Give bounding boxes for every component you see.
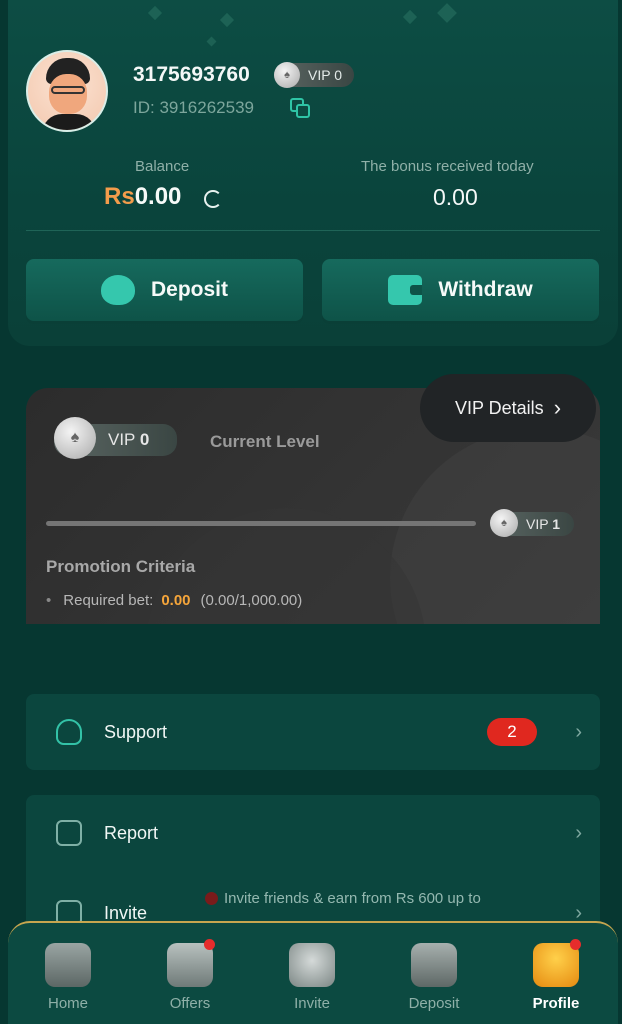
balance-label: Balance xyxy=(135,158,190,175)
avatar-glasses xyxy=(51,86,85,94)
bottom-tab-bar: Home Offers Invite Deposit Profile xyxy=(8,921,618,1024)
currency-symbol: Rs xyxy=(104,183,135,210)
report-row[interactable]: Report › xyxy=(26,795,600,871)
current-vip-badge: ♠ VIP 0 xyxy=(54,416,178,459)
refresh-icon[interactable] xyxy=(204,190,222,208)
avatar-face xyxy=(49,74,87,114)
tab-offers-label: Offers xyxy=(169,995,211,1012)
tab-offers[interactable]: Offers xyxy=(135,939,245,1012)
current-level-label: Current Level xyxy=(210,432,320,451)
avatar[interactable] xyxy=(26,50,108,132)
tab-invite-label: Invite xyxy=(294,995,330,1012)
vip-details-label: VIP Details xyxy=(454,397,544,418)
vip-progress-bar xyxy=(46,521,476,526)
required-bet-line: • Required bet: 0.00 (0.00/1,000.00) xyxy=(46,592,302,609)
invite-note-text: Invite friends & earn from Rs 600 up to xyxy=(224,890,481,907)
tab-home-label: Home xyxy=(47,995,88,1012)
username: 3175693760 xyxy=(133,63,250,86)
copy-icon[interactable] xyxy=(290,98,310,118)
vip-badge: ♠ VIP 0 xyxy=(274,62,354,88)
tab-deposit-label: Deposit xyxy=(408,995,460,1012)
user-id: ID: 3916262539 xyxy=(133,98,254,117)
support-badge: 2 xyxy=(487,718,537,746)
tab-deposit[interactable]: Deposit xyxy=(379,943,489,1012)
tab-home[interactable]: Home xyxy=(13,943,123,1012)
bonus-amount: 0.00 xyxy=(433,184,478,210)
tab-profile[interactable]: Profile xyxy=(501,939,611,1012)
support-label: Support xyxy=(104,721,168,742)
vip-badge-label: VIP 0 xyxy=(308,67,342,83)
headset-icon xyxy=(56,719,82,745)
vip-coin-icon: ♠ xyxy=(54,416,96,459)
balance-value: 0.00 xyxy=(134,183,182,210)
report-icon xyxy=(56,820,82,846)
balance-amount: Rs0.00 xyxy=(104,183,181,211)
chevron-right-icon: › xyxy=(575,821,582,844)
bell-icon xyxy=(289,943,335,987)
deposit-button-label: Deposit xyxy=(150,278,228,301)
divider xyxy=(26,230,600,231)
required-bet-label: Required bet: xyxy=(63,592,154,609)
menu-group: Report › Invite › xyxy=(26,795,600,935)
withdraw-button[interactable]: Withdraw xyxy=(322,259,599,321)
notification-dot xyxy=(204,939,215,950)
vip-coin-icon: ♠ xyxy=(274,62,300,88)
avatar-shirt xyxy=(42,114,96,130)
red-dot-icon xyxy=(205,892,218,905)
chevron-right-icon: › xyxy=(553,395,562,420)
deposit-button[interactable]: Deposit xyxy=(26,259,303,321)
required-bet-progress: (0.00/1,000.00) xyxy=(200,592,303,609)
promotion-criteria-title: Promotion Criteria xyxy=(46,557,196,576)
piggy-bank-icon xyxy=(100,275,135,305)
current-vip-label: VIP 0 xyxy=(108,430,150,449)
profile-icon xyxy=(533,939,581,987)
tab-invite[interactable]: Invite xyxy=(257,943,367,1012)
wallet-icon xyxy=(388,275,423,305)
invite-note: Invite friends & earn from Rs 600 up to xyxy=(205,890,481,907)
offers-icon xyxy=(167,939,215,987)
gamepad-icon xyxy=(45,943,91,987)
next-vip-badge: ♠ VIP 1 xyxy=(490,509,574,537)
support-row[interactable]: Support 2 › xyxy=(26,694,600,770)
next-vip-label: VIP 1 xyxy=(526,516,560,532)
withdraw-button-label: Withdraw xyxy=(438,278,533,301)
bonus-label: The bonus received today xyxy=(361,158,534,175)
safe-icon xyxy=(411,943,457,987)
notification-dot xyxy=(570,939,581,950)
bullet: • xyxy=(46,592,52,609)
vip-coin-icon: ♠ xyxy=(490,509,518,537)
report-label: Report xyxy=(104,822,159,843)
tab-profile-label: Profile xyxy=(532,995,580,1012)
required-bet-value: 0.00 xyxy=(161,592,191,609)
chevron-right-icon: › xyxy=(575,720,582,743)
vip-details-button[interactable]: VIP Details › xyxy=(420,374,596,442)
